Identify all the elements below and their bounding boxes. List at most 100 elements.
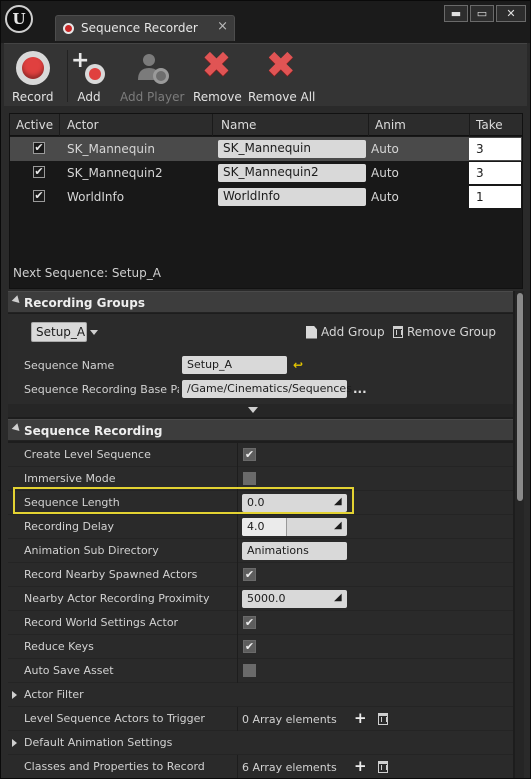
new-document-icon xyxy=(306,325,317,339)
add-group-button[interactable]: Add Group xyxy=(306,325,385,339)
property-label: Recording Delay xyxy=(24,520,115,533)
sequence-recording-header[interactable]: Sequence Recording xyxy=(8,419,513,441)
sequence-length-highlight xyxy=(13,487,354,514)
column-actor[interactable]: Actor xyxy=(67,118,99,132)
property-row: Nearby Actor Recording Proximity 5000.0 ◢ xyxy=(8,587,513,611)
take-field[interactable]: 1 xyxy=(469,186,521,208)
column-take[interactable]: Take xyxy=(476,118,503,132)
array-count: 0 Array elements xyxy=(242,713,337,726)
recording-groups-body: Setup_A Add Group Remove Group Sequence … xyxy=(8,314,513,404)
recording-groups-title: Recording Groups xyxy=(24,296,145,310)
property-row[interactable]: Actor Filter xyxy=(8,683,513,707)
column-splitter[interactable] xyxy=(237,707,238,731)
add-record-icon: + xyxy=(71,50,107,86)
table-row[interactable]: ✔ WorldInfo WorldInfo Auto 1 xyxy=(10,185,522,209)
remove-label: Remove xyxy=(193,90,242,104)
numeric-spinbox[interactable]: 5000.0 ◢ xyxy=(242,590,347,608)
property-label: Animation Sub Directory xyxy=(24,544,159,557)
property-label: Record World Settings Actor xyxy=(24,616,179,629)
column-splitter[interactable] xyxy=(237,587,238,611)
property-row: Record Nearby Spawned Actors ✔ xyxy=(8,563,513,587)
anim-cell: Auto xyxy=(371,190,399,204)
trash-icon[interactable] xyxy=(378,713,388,725)
table-row[interactable]: ✔ SK_Mannequin2 SK_Mannequin2 Auto 3 xyxy=(10,161,522,185)
advanced-expander[interactable] xyxy=(8,404,513,417)
column-splitter[interactable] xyxy=(237,443,238,467)
resize-handle-icon: ◢ xyxy=(334,520,342,531)
record-button[interactable]: Record xyxy=(12,50,53,104)
sequence-name-field[interactable]: Setup_A xyxy=(182,356,287,374)
add-button[interactable]: + Add xyxy=(71,50,107,104)
column-active[interactable]: Active xyxy=(16,118,53,132)
reset-to-default-icon[interactable]: ↩ xyxy=(293,358,303,372)
property-checkbox[interactable]: ✔ xyxy=(243,616,256,629)
details-panel: Recording Groups Setup_A Add Group Remov… xyxy=(8,291,524,778)
column-splitter[interactable] xyxy=(237,635,238,659)
column-name[interactable]: Name xyxy=(221,118,256,132)
maximize-button[interactable]: ▭ xyxy=(470,5,494,22)
chevron-down-icon[interactable] xyxy=(90,330,98,335)
add-element-icon[interactable]: + xyxy=(354,757,367,775)
column-splitter[interactable] xyxy=(237,563,238,587)
base-path-field[interactable]: /Game/Cinematics/Sequences xyxy=(182,380,352,398)
property-row[interactable]: Default Animation Settings xyxy=(8,731,513,755)
add-player-button[interactable]: Add Player xyxy=(120,50,184,104)
details-scrollbar[interactable] xyxy=(515,291,524,778)
take-field[interactable]: 3 xyxy=(469,162,521,184)
remove-all-button[interactable]: ✖ Remove All xyxy=(248,48,316,105)
trash-icon xyxy=(393,326,403,338)
remove-button[interactable]: ✖ Remove xyxy=(193,48,242,105)
recording-groups-header[interactable]: Recording Groups xyxy=(8,291,513,313)
array-count: 6 Array elements xyxy=(242,761,337,774)
sequence-recording-title: Sequence Recording xyxy=(24,424,163,438)
numeric-spinbox[interactable]: 4.0 ◢ xyxy=(242,518,347,536)
property-row: Record World Settings Actor ✔ xyxy=(8,611,513,635)
actor-cell: SK_Mannequin xyxy=(67,142,155,156)
group-selector[interactable]: Setup_A xyxy=(31,322,87,342)
expand-arrow-icon[interactable] xyxy=(12,739,17,747)
trash-icon[interactable] xyxy=(378,761,388,773)
column-splitter[interactable] xyxy=(237,611,238,635)
remove-all-label: Remove All xyxy=(248,90,316,104)
property-label: Nearby Actor Recording Proximity xyxy=(24,592,210,605)
name-field[interactable]: SK_Mannequin2 xyxy=(218,164,366,182)
property-row: Auto Save Asset xyxy=(8,659,513,683)
name-field[interactable]: SK_Mannequin xyxy=(218,140,366,158)
unreal-logo-icon: U xyxy=(5,5,33,33)
property-checkbox[interactable]: ✔ xyxy=(243,448,256,461)
column-splitter[interactable] xyxy=(237,539,238,563)
remove-group-button[interactable]: Remove Group xyxy=(393,325,496,339)
property-label: Immersive Mode xyxy=(24,472,116,485)
text-field[interactable]: Animations xyxy=(242,542,347,560)
column-splitter[interactable] xyxy=(237,515,238,539)
property-checkbox[interactable]: ✔ xyxy=(243,640,256,653)
resize-handle-icon: ◢ xyxy=(334,592,342,603)
spinbox-value: 4.0 xyxy=(247,520,265,533)
browse-button[interactable]: ... xyxy=(353,382,367,396)
toolbar: Record + Add Add Player ✖ Remove ✖ Remov… xyxy=(4,43,527,106)
take-field[interactable]: 3 xyxy=(469,138,521,160)
title-bar: U Sequence Recorder × ▬ ▭ ✕ xyxy=(1,1,530,43)
tab-sequence-recorder[interactable]: Sequence Recorder × xyxy=(55,15,235,41)
expand-arrow-icon[interactable] xyxy=(12,691,17,699)
tab-close-icon[interactable]: × xyxy=(217,19,228,34)
actor-cell: WorldInfo xyxy=(67,190,125,204)
window-controls: ▬ ▭ ✕ xyxy=(444,5,526,22)
active-checkbox[interactable]: ✔ xyxy=(33,190,45,202)
column-splitter[interactable] xyxy=(237,755,238,778)
column-anim[interactable]: Anim xyxy=(375,118,406,132)
column-splitter[interactable] xyxy=(237,659,238,683)
property-checkbox[interactable] xyxy=(243,472,256,485)
name-field[interactable]: WorldInfo xyxy=(218,188,366,206)
property-checkbox[interactable] xyxy=(243,664,256,677)
scrollbar-thumb[interactable] xyxy=(517,293,523,501)
minimize-button[interactable]: ▬ xyxy=(444,5,468,22)
add-element-icon[interactable]: + xyxy=(354,709,367,727)
next-sequence-label: Next Sequence: Setup_A xyxy=(13,266,161,280)
active-checkbox[interactable]: ✔ xyxy=(33,142,45,154)
property-row: Level Sequence Actors to Trigger 0 Array … xyxy=(8,707,513,731)
table-row[interactable]: ✔ SK_Mannequin SK_Mannequin Auto 3 xyxy=(10,137,522,161)
close-button[interactable]: ✕ xyxy=(496,5,526,22)
active-checkbox[interactable]: ✔ xyxy=(33,166,45,178)
property-checkbox[interactable]: ✔ xyxy=(243,568,256,581)
